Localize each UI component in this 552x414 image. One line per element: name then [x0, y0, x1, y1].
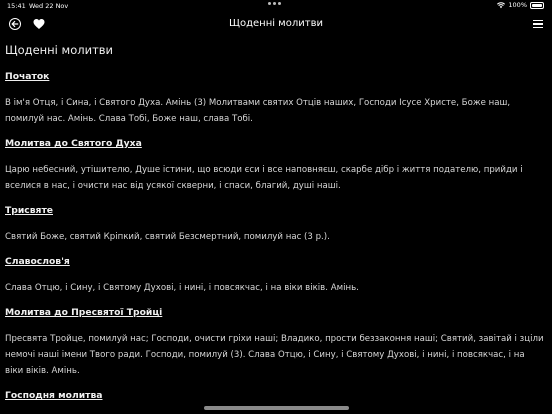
wifi-icon: [497, 1, 506, 8]
menu-icon[interactable]: [533, 20, 543, 28]
section-text-holy-spirit: Царю небесний, утішителю, Душе істини, щ…: [5, 165, 523, 191]
section-title-doxology: Славослов'я: [5, 256, 70, 267]
section-title-trisagion: Трисвяте: [5, 205, 53, 216]
section-title-holy-trinity: Молитва до Пресвятої Тройці: [5, 307, 163, 318]
section-text-doxology: Слава Отцю, і Сину, і Святому Духові, і …: [5, 283, 359, 293]
prayer-content: Щоденні молитви Початок В ім'я Отця, і С…: [5, 38, 545, 414]
multitasking-dots-icon[interactable]: [268, 2, 281, 5]
section-title-lords-prayer: Господня молитва: [5, 390, 103, 401]
section-text-trisagion: Святий Боже, святий Кріпкий, святий Безс…: [5, 232, 330, 242]
section-text-beginning: В ім'я Отця, і Сина, і Святого Духа. Амі…: [5, 98, 511, 124]
section-title-beginning: Початок: [5, 71, 50, 82]
nav-title: Щоденні молитви: [229, 18, 323, 29]
status-right: 100%: [497, 1, 544, 9]
page-title: Щоденні молитви: [5, 43, 114, 57]
section-text-holy-trinity: Пресвята Тройце, помилуй нас; Господи, о…: [5, 334, 544, 376]
battery-percent: 100%: [508, 1, 527, 9]
home-indicator[interactable]: [204, 406, 349, 410]
battery-icon: [530, 1, 544, 9]
section-title-holy-spirit: Молитва до Святого Духа: [5, 138, 142, 149]
status-bar: 15:41 Wed 22 Nov 100%: [0, 0, 552, 12]
status-time: 15:41: [7, 2, 26, 10]
status-date: Wed 22 Nov: [29, 2, 69, 10]
navigation-bar: Щоденні молитви: [0, 12, 552, 38]
